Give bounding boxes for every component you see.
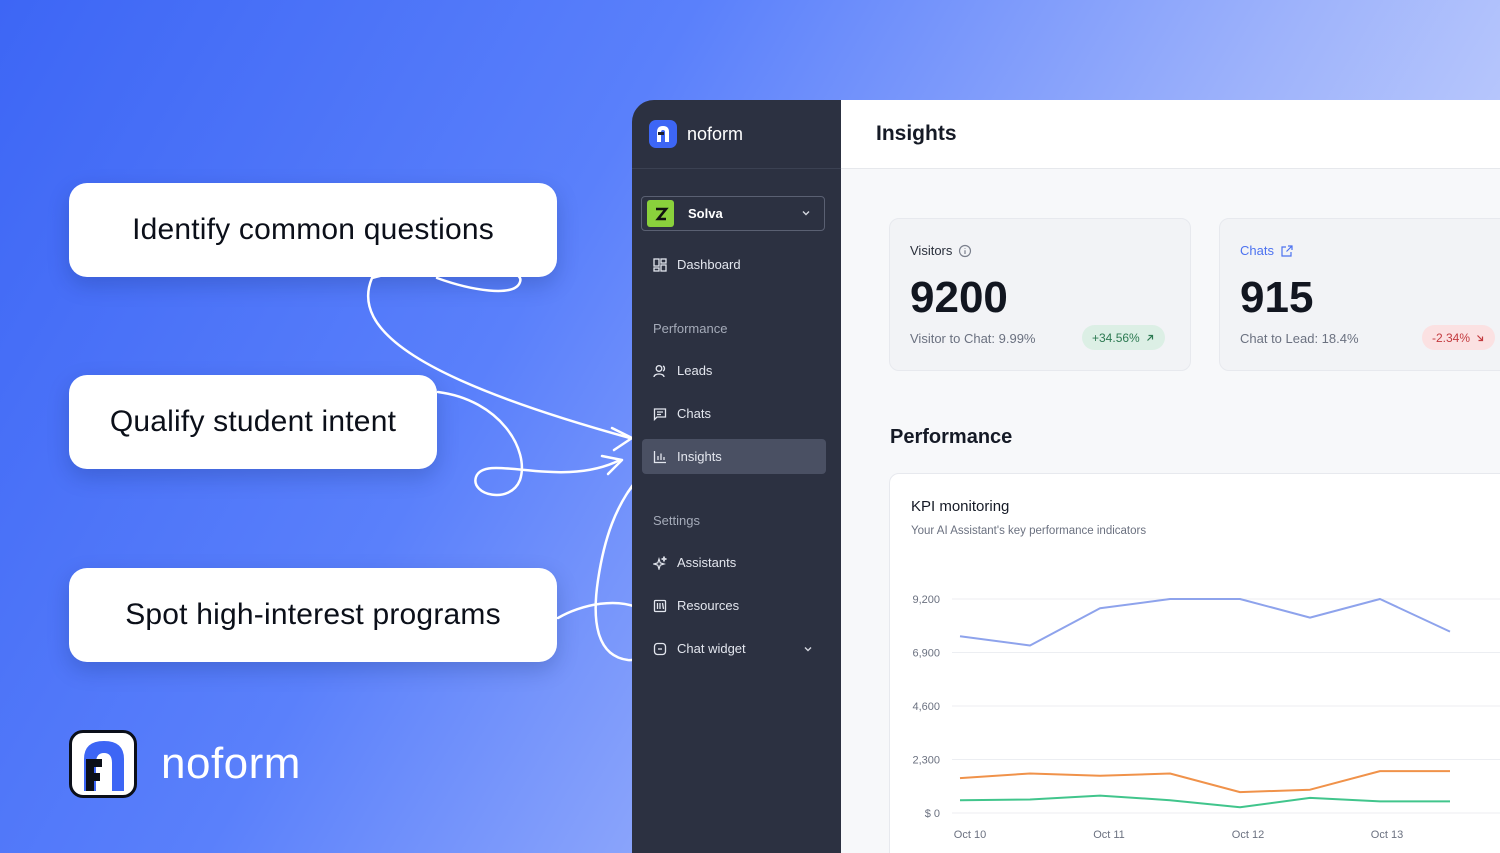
card-label-text: Chats — [1240, 243, 1274, 258]
widget-icon — [653, 642, 667, 655]
visitors-card: Visitors 9200 Visitor to Chat: 9.99% +34… — [889, 218, 1191, 371]
sidebar-item-dashboard[interactable]: Dashboard — [642, 247, 826, 282]
sidebar-item-resources[interactable]: Resources — [642, 588, 826, 623]
sidebar-item-chats[interactable]: Chats — [642, 396, 826, 431]
sidebar-item-label: Chat widget — [677, 641, 746, 656]
x-tick-label: Oct 10 — [954, 829, 986, 841]
workspace-name: Solva — [688, 206, 723, 221]
chats-value: 915 — [1240, 273, 1314, 322]
x-tick-label: Oct 11 — [1093, 829, 1125, 841]
chevron-down-icon — [802, 211, 810, 216]
external-link-icon — [1281, 244, 1293, 257]
x-tick-label: Oct 12 — [1232, 829, 1264, 841]
visitors-conversion: Visitor to Chat: 9.99% — [910, 331, 1036, 346]
dashboard-icon — [653, 257, 667, 272]
chevron-down-icon — [804, 647, 812, 652]
series-line-1 — [959, 770, 1450, 794]
brand-name: noform — [161, 739, 301, 788]
chats-card: Chats 915 Chat to Lead: 18.4% -2.34% — [1219, 218, 1500, 371]
noform-logo-icon — [69, 730, 137, 798]
y-tick-label: 6,900 — [912, 648, 940, 660]
performance-heading: Performance — [890, 426, 1013, 448]
visitors-value: 9200 — [910, 273, 1008, 322]
workspace-selector[interactable]: Solva — [641, 196, 825, 231]
arrow-up-right-icon — [1146, 334, 1153, 341]
series-line-2 — [959, 794, 1450, 809]
sidebar-item-label: Insights — [677, 449, 722, 464]
sparkles-icon — [653, 555, 667, 570]
sidebar-item-label: Chats — [677, 406, 711, 421]
main-content: Insights Visitors 9200 Visitor to Chat: … — [841, 100, 1500, 853]
sidebar-item-label: Dashboard — [677, 257, 741, 272]
callout-qualify-intent: Qualify student intent — [69, 375, 437, 469]
library-icon — [653, 599, 667, 612]
page-title: Insights — [841, 100, 1500, 169]
callout-text: Identify common questions — [132, 213, 494, 246]
workspace-logo-icon — [647, 200, 674, 227]
callout-text: Spot high-interest programs — [125, 598, 501, 631]
badge-text: -2.34% — [1432, 330, 1471, 345]
sidebar-item-insights[interactable]: Insights — [642, 439, 826, 474]
series-line-0 — [959, 598, 1451, 647]
callout-spot-programs: Spot high-interest programs — [69, 568, 557, 662]
sidebar-item-leads[interactable]: Leads — [642, 353, 826, 388]
callout-identify-questions: Identify common questions — [69, 183, 557, 277]
noform-logo-icon — [649, 120, 677, 148]
sidebar-item-label: Leads — [677, 363, 713, 378]
users-icon — [653, 364, 666, 377]
sidebar: noform Solva Dashboard Performance Leads… — [632, 100, 841, 853]
arrow-down-right-icon — [1477, 334, 1484, 341]
visitors-change-badge: +34.56% — [1082, 325, 1165, 350]
sidebar-item-label: Assistants — [677, 555, 737, 570]
sidebar-item-label: Resources — [677, 598, 740, 613]
app-logo-text: noform — [687, 123, 744, 144]
bar-chart-icon — [653, 450, 666, 463]
kpi-chart-card: KPI monitoring Your AI Assistant's key p… — [889, 473, 1500, 853]
chats-conversion: Chat to Lead: 18.4% — [1240, 331, 1359, 346]
card-label-text: Visitors — [910, 243, 953, 258]
kpi-line-chart: 9,200 6,900 4,600 2,300 $ 0 Oct 10 Oct 11 Oct 1… — [912, 594, 1500, 841]
badge-text: +34.56% — [1092, 330, 1140, 345]
callout-text: Qualify student intent — [109, 405, 397, 438]
chats-label[interactable]: Chats — [1240, 243, 1294, 258]
x-tick-label: Oct 13 — [1371, 829, 1403, 841]
visitors-label: Visitors — [910, 243, 972, 258]
y-tick-label: 2,300 — [912, 755, 940, 767]
section-settings: Settings — [653, 513, 700, 528]
info-icon[interactable] — [958, 244, 972, 258]
brand: noform — [69, 730, 301, 798]
y-tick-label: 9,200 — [912, 594, 940, 606]
y-tick-label: 4,600 — [912, 701, 940, 713]
sidebar-item-chat-widget[interactable]: Chat widget — [642, 631, 826, 666]
section-performance: Performance — [653, 321, 728, 336]
app-window: noform Solva Dashboard Performance Leads… — [632, 100, 1500, 853]
sidebar-header: noform — [632, 100, 841, 169]
y-tick-label: $ 0 — [925, 808, 940, 820]
sidebar-item-assistants[interactable]: Assistants — [642, 545, 826, 580]
chat-icon — [653, 407, 667, 421]
chats-change-badge: -2.34% — [1422, 325, 1496, 350]
